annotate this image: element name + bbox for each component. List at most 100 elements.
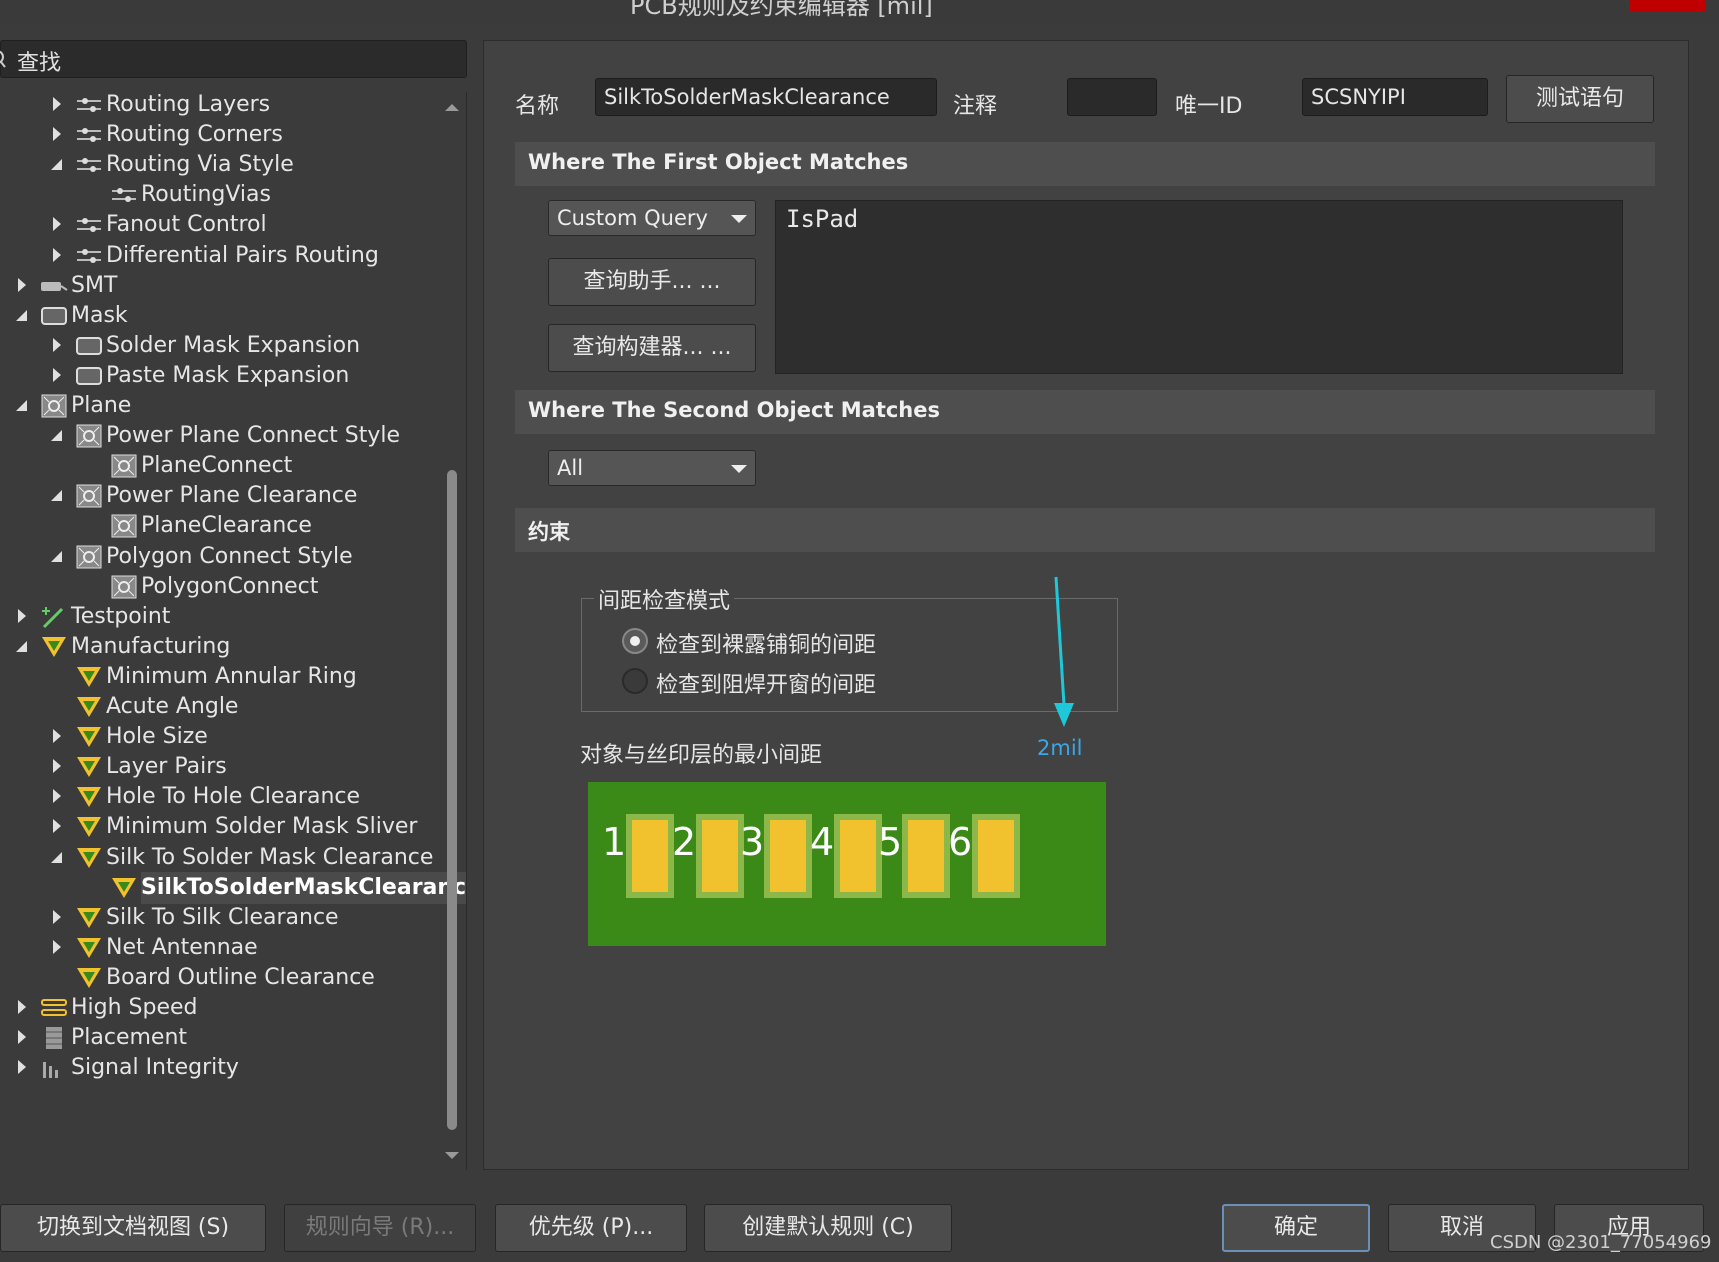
- expand-arrow-icon[interactable]: [53, 759, 61, 774]
- unique-id-field[interactable]: SCSNYIPI: [1302, 78, 1488, 116]
- priority-button[interactable]: 优先级 (P)...: [495, 1204, 687, 1252]
- expand-arrow-icon[interactable]: [18, 1060, 26, 1075]
- pad-number: 5: [878, 820, 903, 864]
- routing-icon: [75, 244, 103, 268]
- tree-item[interactable]: Power Plane Clearance: [0, 480, 440, 512]
- tree-item[interactable]: SMT: [0, 270, 440, 302]
- collapse-arrow-icon[interactable]: [51, 550, 62, 562]
- first-object-heading: Where The First Object Matches: [528, 150, 909, 174]
- tree-item[interactable]: Testpoint: [0, 601, 440, 633]
- tree-item[interactable]: RoutingVias: [0, 179, 440, 211]
- tree-item[interactable]: Differential Pairs Routing: [0, 240, 440, 272]
- radio-exposed-copper-label[interactable]: 检查到裸露铺铜的间距: [656, 627, 876, 659]
- tree-item[interactable]: Fanout Control: [0, 209, 440, 241]
- tree-scrollbar[interactable]: [445, 92, 463, 1170]
- create-default-rules-button[interactable]: 创建默认规则 (C): [704, 1204, 952, 1252]
- name-field[interactable]: SilkToSolderMaskClearance: [595, 78, 937, 116]
- expand-arrow-icon[interactable]: [53, 367, 61, 382]
- tree-item[interactable]: Polygon Connect Style: [0, 541, 440, 573]
- comment-field[interactable]: [1067, 78, 1157, 116]
- tree-item[interactable]: Minimum Annular Ring: [0, 661, 440, 693]
- tree-item[interactable]: SilkToSolderMaskClearance: [0, 871, 466, 904]
- collapse-arrow-icon[interactable]: [16, 400, 27, 411]
- tree-item[interactable]: Routing Via Style: [0, 149, 440, 181]
- expand-arrow-icon[interactable]: [53, 819, 61, 834]
- tree-item[interactable]: PolygonConnect: [0, 571, 440, 603]
- expand-arrow-icon[interactable]: [53, 789, 61, 804]
- radio-solder-mask-opening-label[interactable]: 检查到阻焊开窗的间距: [656, 667, 876, 699]
- expand-arrow-icon[interactable]: [53, 97, 61, 111]
- tree-item[interactable]: Minimum Solder Mask Sliver: [0, 811, 440, 843]
- tree-item[interactable]: Hole To Hole Clearance: [0, 781, 440, 813]
- search-box[interactable]: 查找: [0, 40, 467, 78]
- collapse-arrow-icon[interactable]: [16, 309, 27, 321]
- rules-tree[interactable]: Routing Layers Routing Corners Routing Via…: [0, 92, 467, 1170]
- tree-item[interactable]: Routing Corners: [0, 119, 440, 151]
- radio-exposed-copper[interactable]: [622, 628, 648, 654]
- min-clearance-value[interactable]: 2mil: [1037, 736, 1083, 760]
- tree-item[interactable]: PlaneClearance: [0, 510, 440, 542]
- manufacturing-icon: [75, 725, 103, 749]
- first-object-query-type-select[interactable]: Custom Query: [548, 200, 756, 236]
- query-text-editor[interactable]: IsPad: [775, 200, 1623, 374]
- tree-item[interactable]: PlaneConnect: [0, 450, 440, 482]
- expand-arrow-icon[interactable]: [53, 337, 61, 352]
- tree-item[interactable]: Layer Pairs: [0, 751, 440, 783]
- expand-arrow-icon[interactable]: [53, 909, 61, 924]
- manufacturing-icon: [75, 695, 103, 719]
- ok-button[interactable]: 确定: [1222, 1204, 1370, 1252]
- switch-to-document-view-button[interactable]: 切换到文档视图 (S): [0, 1204, 266, 1252]
- clearance-check-mode-label: 间距检查模式: [594, 583, 735, 615]
- collapse-arrow-icon[interactable]: [51, 851, 62, 863]
- tree-item[interactable]: Manufacturing: [0, 631, 440, 663]
- collapse-arrow-icon[interactable]: [51, 430, 62, 442]
- expand-arrow-icon[interactable]: [18, 608, 26, 623]
- pad-number: 3: [740, 820, 765, 864]
- tree-item[interactable]: Hole Size: [0, 721, 440, 753]
- collapse-arrow-icon[interactable]: [16, 640, 27, 652]
- tree-item-label: Differential Pairs Routing: [106, 242, 379, 268]
- collapse-arrow-icon[interactable]: [51, 159, 62, 171]
- tree-item[interactable]: Solder Mask Expansion: [0, 330, 440, 362]
- close-button[interactable]: [1630, 0, 1705, 12]
- tree-item[interactable]: Silk To Silk Clearance: [0, 902, 440, 934]
- tree-item[interactable]: Plane: [0, 390, 440, 422]
- tree-item-label: Testpoint: [71, 603, 171, 629]
- scroll-up-arrow-icon[interactable]: [445, 104, 459, 111]
- expand-arrow-icon[interactable]: [18, 277, 26, 292]
- watermark: CSDN @2301_77054969: [1490, 1232, 1712, 1253]
- tree-item-label: Power Plane Connect Style: [106, 423, 401, 449]
- tree-item[interactable]: Paste Mask Expansion: [0, 360, 440, 392]
- tree-item[interactable]: Signal Integrity: [0, 1052, 440, 1084]
- expand-arrow-icon[interactable]: [53, 217, 61, 232]
- expand-arrow-icon[interactable]: [53, 939, 61, 954]
- plane-icon: [75, 484, 103, 508]
- tree-item-label: PlaneConnect: [141, 453, 293, 479]
- tree-item[interactable]: Board Outline Clearance: [0, 962, 440, 994]
- tree-item[interactable]: Placement: [0, 1022, 440, 1054]
- expand-arrow-icon[interactable]: [53, 729, 61, 744]
- tree-item[interactable]: Mask: [0, 300, 440, 332]
- rule-wizard-button[interactable]: 规则向导 (R)...: [284, 1204, 476, 1252]
- second-object-query-type-select[interactable]: All: [548, 450, 756, 486]
- radio-solder-mask-opening[interactable]: [622, 668, 648, 694]
- tree-item[interactable]: Acute Angle: [0, 691, 440, 723]
- test-query-button[interactable]: 测试语句: [1506, 75, 1654, 123]
- query-helper-button[interactable]: 查询助手... ...: [548, 258, 756, 306]
- tree-item[interactable]: Net Antennae: [0, 932, 440, 964]
- collapse-arrow-icon[interactable]: [51, 490, 62, 502]
- expand-arrow-icon[interactable]: [53, 127, 61, 142]
- expand-arrow-icon[interactable]: [53, 247, 61, 262]
- scroll-down-arrow-icon[interactable]: [445, 1152, 459, 1159]
- tree-item[interactable]: Power Plane Connect Style: [0, 420, 440, 452]
- scroll-thumb[interactable]: [447, 470, 457, 1130]
- comment-label: 注释: [953, 94, 998, 119]
- expand-arrow-icon[interactable]: [18, 1030, 26, 1045]
- manufacturing-icon: [75, 755, 103, 779]
- expand-arrow-icon[interactable]: [18, 1000, 26, 1014]
- tree-item[interactable]: High Speed: [0, 992, 440, 1024]
- tree-item[interactable]: Silk To Solder Mask Clearance: [0, 842, 440, 874]
- tree-item[interactable]: Routing Layers: [0, 92, 440, 121]
- tree-item-label: PlaneClearance: [141, 513, 312, 539]
- query-builder-button[interactable]: 查询构建器... ...: [548, 324, 756, 372]
